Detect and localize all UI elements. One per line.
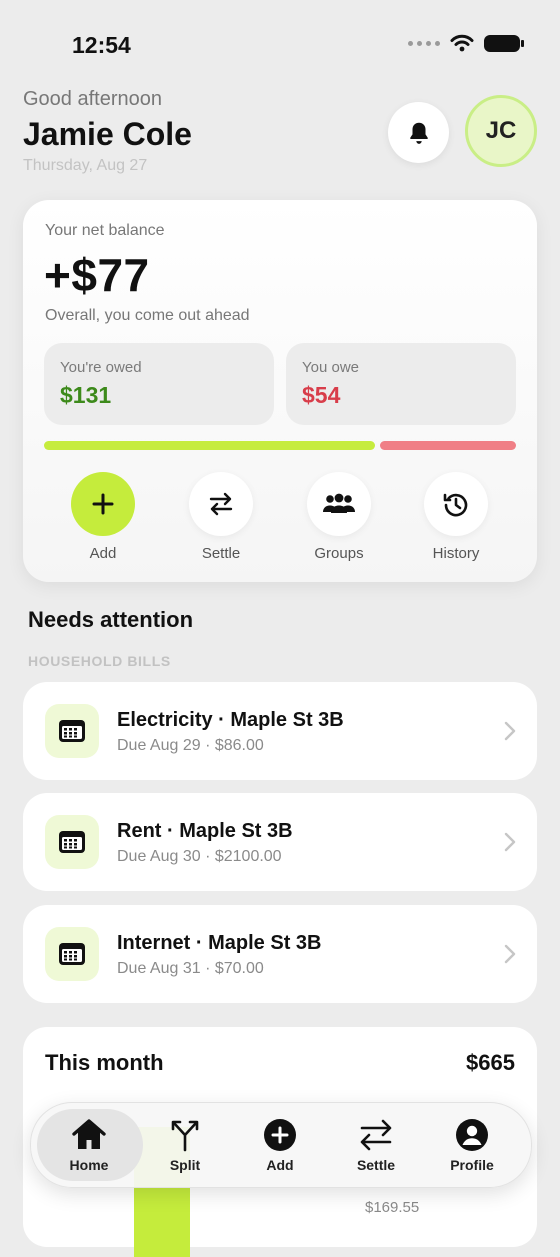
action-label: History xyxy=(432,545,480,562)
calendar-icon xyxy=(59,943,85,965)
tab-add[interactable]: Add xyxy=(232,1117,328,1173)
bill-item-internet[interactable]: Internet · Maple St 3B Due Aug 31 · $70.… xyxy=(23,905,537,1003)
people-icon xyxy=(323,493,355,513)
owed-label: You're owed xyxy=(60,359,142,376)
bill-icon-container xyxy=(45,927,99,981)
action-label: Settle xyxy=(201,545,241,562)
balance-label: Your net balance xyxy=(45,222,165,239)
plus-circle-icon xyxy=(264,1119,296,1151)
tab-settle[interactable]: Settle xyxy=(328,1117,424,1173)
swap-arrows-icon xyxy=(360,1119,392,1151)
battery-icon xyxy=(484,34,524,52)
swap-arrows-icon xyxy=(209,492,233,516)
notifications-button[interactable] xyxy=(388,102,449,163)
user-name: Jamie Cole xyxy=(23,116,192,152)
avatar[interactable]: JC xyxy=(465,95,537,167)
groups-action-button[interactable] xyxy=(307,472,371,536)
month-value-label: $169.55 xyxy=(365,1199,420,1216)
action-settle[interactable]: Settle xyxy=(176,472,266,562)
tab-label: Profile xyxy=(450,1157,494,1173)
chevron-right-icon xyxy=(504,832,516,852)
owed-summary[interactable]: You're owed $131 xyxy=(44,343,274,425)
plus-icon xyxy=(92,493,114,515)
bill-title: Rent · Maple St 3B xyxy=(117,820,293,842)
bill-item-electricity[interactable]: Electricity · Maple St 3B Due Aug 29 · $… xyxy=(23,682,537,780)
tab-bar: Home Split Add Settle Profile xyxy=(30,1102,532,1188)
action-label: Groups xyxy=(314,545,364,562)
tab-label: Settle xyxy=(356,1157,396,1173)
calendar-icon xyxy=(59,831,85,853)
bill-item-rent[interactable]: Rent · Maple St 3B Due Aug 30 · $2100.00 xyxy=(23,793,537,891)
tab-label: Home xyxy=(69,1157,109,1173)
history-action-button[interactable] xyxy=(424,472,488,536)
balance-card: Your net balance +$77 Overall, you come … xyxy=(23,200,537,582)
tab-home[interactable]: Home xyxy=(41,1117,137,1173)
bill-detail: Due Aug 30 · $2100.00 xyxy=(117,848,282,865)
bill-detail: Due Aug 31 · $70.00 xyxy=(117,960,264,977)
current-date: Thursday, Aug 27 xyxy=(23,157,148,174)
bill-detail: Due Aug 29 · $86.00 xyxy=(117,737,264,754)
owe-label: You owe xyxy=(302,359,359,376)
balance-subtitle: Overall, you come out ahead xyxy=(45,307,250,324)
wifi-icon xyxy=(450,34,474,52)
net-balance-amount: +$77 xyxy=(44,249,150,301)
owe-summary[interactable]: You owe $54 xyxy=(286,343,516,425)
split-icon xyxy=(171,1120,199,1152)
person-icon xyxy=(456,1119,488,1151)
this-month-total: $665 xyxy=(466,1050,515,1075)
bell-icon xyxy=(409,122,428,144)
greeting: Good afternoon xyxy=(23,88,162,110)
tab-label: Split xyxy=(169,1157,201,1173)
owe-bar-segment xyxy=(380,441,516,450)
owed-value: $131 xyxy=(60,382,112,408)
home-icon xyxy=(72,1119,106,1149)
action-label: Add xyxy=(89,545,117,562)
action-history[interactable]: History xyxy=(411,472,501,562)
bill-icon-container xyxy=(45,704,99,758)
bill-title: Internet · Maple St 3B xyxy=(117,932,322,954)
owe-value: $54 xyxy=(302,382,341,408)
history-icon xyxy=(443,493,468,517)
status-bar: 12:54 xyxy=(0,0,560,90)
signal-dots-icon xyxy=(408,40,440,46)
bill-icon-container xyxy=(45,815,99,869)
household-bills-label: HOUSEHOLD BILLS xyxy=(28,653,171,669)
action-groups[interactable]: Groups xyxy=(294,472,384,562)
this-month-title: This month xyxy=(45,1050,164,1075)
tab-label: Add xyxy=(266,1157,294,1173)
chevron-right-icon xyxy=(504,721,516,741)
tab-split[interactable]: Split xyxy=(137,1117,233,1173)
balance-ratio-bar xyxy=(44,441,516,450)
action-add[interactable]: Add xyxy=(58,472,148,562)
owed-bar-segment xyxy=(44,441,375,450)
settle-action-button[interactable] xyxy=(189,472,253,536)
needs-attention-title: Needs attention xyxy=(28,607,194,632)
status-time: 12:54 xyxy=(72,32,131,58)
add-action-button[interactable] xyxy=(71,472,135,536)
bill-title: Electricity · Maple St 3B xyxy=(117,709,344,731)
calendar-icon xyxy=(59,720,85,742)
tab-profile[interactable]: Profile xyxy=(424,1117,520,1173)
status-icons xyxy=(408,34,524,52)
chevron-right-icon xyxy=(504,944,516,964)
